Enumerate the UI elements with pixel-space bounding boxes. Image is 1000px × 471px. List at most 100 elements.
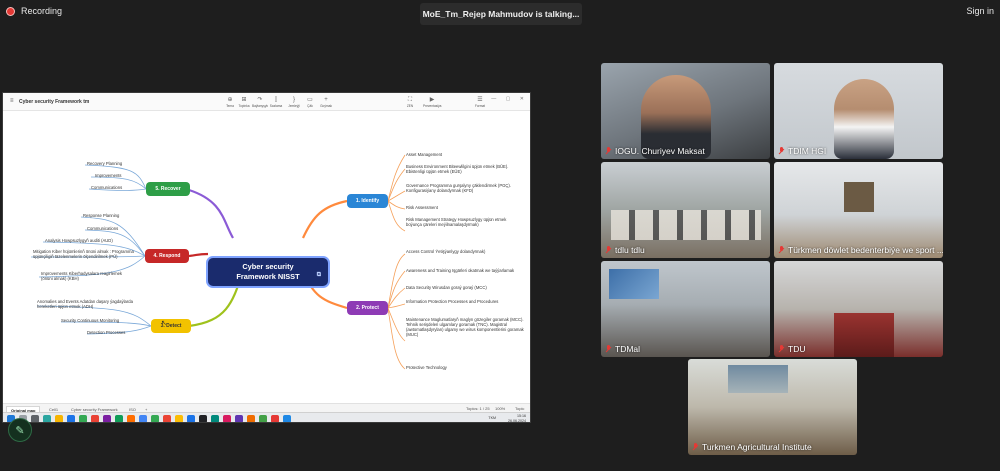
participant-label: TDMal [605, 344, 640, 354]
participant-tile[interactable]: TDIM HGI [774, 63, 943, 159]
app-icon[interactable] [187, 415, 195, 422]
toolbar-button-pitch[interactable]: ▶ Prezentasiýa [423, 96, 441, 108]
system-clock[interactable]: TKM 15:16 26.06.2024 [488, 414, 526, 423]
subtopic[interactable]: Anomalies and Events Adatdan daşary ýagd… [37, 299, 137, 309]
toolbar-label: ZEN [406, 104, 414, 108]
participant-video [844, 182, 874, 212]
subtopic[interactable]: Information Protection Processes and Pro… [406, 299, 501, 304]
app-icon[interactable] [283, 415, 291, 422]
subtopic[interactable]: Improvements Kiberhadysalara reagirlemek… [41, 271, 133, 281]
menu-icon[interactable]: ≡ [10, 98, 14, 104]
toolbar-label: Prezentasiýa [423, 104, 442, 108]
zoom-level[interactable]: 100% [495, 406, 505, 411]
toolbar-button-zen[interactable]: ⛶ ZEN [401, 96, 419, 108]
branch-identify[interactable]: 1. Identify [347, 194, 388, 208]
recording-label: Recording [21, 6, 63, 16]
subtopic[interactable]: Analysis Howpsuzlygyň auditi (AUD) [45, 238, 113, 243]
subtopic[interactable]: Risk Management Strategy Howpsuzlygy üpj… [406, 217, 511, 227]
subtopic[interactable]: Response Planning [83, 213, 119, 218]
app-icon[interactable] [139, 415, 147, 422]
branch-detect[interactable]: 3. Detect [151, 319, 191, 333]
mic-muted-icon [605, 246, 612, 254]
mic-muted-icon [778, 246, 785, 254]
subtopic[interactable]: Communications [87, 226, 118, 231]
mic-muted-icon [605, 345, 612, 353]
app-icon[interactable] [223, 415, 231, 422]
subtopic[interactable]: Mitigation Kiber hüjümlerinň önüni almak… [33, 249, 138, 259]
toolbar-button-bracket[interactable]: ⟦ Sazlama [267, 96, 285, 108]
app-icon[interactable] [67, 415, 75, 422]
active-speaker-banner: MoE_Tm_Rejep Mahmudov is talking... [420, 3, 582, 25]
participant-tile[interactable]: tdlu tdlu [601, 162, 770, 258]
task-view-icon[interactable] [31, 415, 39, 422]
subtopic[interactable]: Asset Management [406, 152, 442, 157]
central-topic-line2: Framework NISST [236, 272, 300, 281]
toolbar-label: Çäk [307, 104, 313, 108]
subtopic[interactable]: Data Security Wirusdan goraý goraý (MCC) [406, 285, 487, 290]
branch-respond[interactable]: 4. Respond [145, 249, 189, 263]
central-topic[interactable]: Cyber security Framework NISST ⧉ [206, 256, 330, 288]
subtopic[interactable]: Protective Technology [406, 365, 447, 370]
app-icon[interactable] [79, 415, 87, 422]
annotate-pencil-button[interactable]: ✎ [8, 418, 32, 442]
participant-video [834, 79, 894, 159]
insert-icon: + [324, 97, 328, 103]
participant-label: Turkmen Agricultural Institute [692, 442, 812, 452]
app-icon[interactable] [127, 415, 135, 422]
app-icon[interactable] [235, 415, 243, 422]
app-icon[interactable] [247, 415, 255, 422]
format-icon: ☰ [477, 97, 483, 103]
app-icon[interactable] [211, 415, 219, 422]
subtopic[interactable]: Security Continuous Monitoring [61, 318, 119, 323]
toolbar-button-format[interactable]: ☰ Format [471, 96, 489, 108]
subtopic[interactable]: Risk Assessment [406, 205, 438, 210]
participant-tile[interactable]: IOGU. Churiyev Maksat [601, 63, 770, 159]
window-controls[interactable]: — ▢ ✕ [491, 96, 528, 102]
participant-name: TDIM HGI [788, 146, 827, 156]
mindmap-canvas[interactable]: Cyber security Framework NISST ⧉ 5. Reco… [3, 111, 530, 403]
view-mode[interactable]: Topic [515, 406, 524, 411]
mic-muted-icon [692, 443, 699, 451]
mic-muted-icon [778, 345, 785, 353]
subtopic[interactable]: Recovery Planning [87, 161, 122, 166]
subtopic[interactable]: Business Environment Biteewlilgini üpjün… [406, 164, 511, 174]
recording-indicator[interactable]: Recording [6, 6, 62, 16]
subtopic[interactable]: Access Control Ýetişýanlygy dolandyrmak) [406, 249, 496, 254]
subtopic[interactable]: Detection Processes [87, 330, 125, 335]
app-icon[interactable] [259, 415, 267, 422]
app-icon[interactable] [55, 415, 63, 422]
participant-tile[interactable]: Turkmen Agricultural Institute [688, 359, 857, 455]
toolbar-label: Topinka [238, 104, 250, 108]
app-icon[interactable] [91, 415, 99, 422]
toolbar-button-insert[interactable]: + Goýmak [317, 96, 335, 108]
toolbar-label: Sazlama [269, 104, 283, 108]
app-titlebar: ≡ Cyber security Framework tm ⊕ Tema ⊞ Topi… [3, 93, 530, 111]
app-icon[interactable] [103, 415, 111, 422]
branch-recover[interactable]: 5. Recover [146, 182, 190, 196]
subtopic[interactable]: Awareness and Training Işgärleri okatmak… [406, 268, 530, 273]
app-icon[interactable] [175, 415, 183, 422]
app-icon[interactable] [271, 415, 279, 422]
app-icon[interactable] [199, 415, 207, 422]
subtopic[interactable]: Communications [91, 185, 122, 190]
subtopic[interactable]: Governance Programma gurşalyny çäklendir… [406, 183, 511, 193]
app-icon[interactable] [115, 415, 123, 422]
document-title: Cyber security Framework tm [19, 99, 90, 105]
participant-tile[interactable]: TDU [774, 261, 943, 357]
branch-protect[interactable]: 2. Protect [347, 301, 388, 315]
sign-in-link[interactable]: Sign in [966, 6, 994, 16]
participant-video [609, 269, 659, 299]
app-icon[interactable] [43, 415, 51, 422]
link-icon: ⧉ [316, 272, 321, 278]
participant-video [611, 210, 761, 240]
participant-tile[interactable]: TDMal [601, 261, 770, 357]
clock-date: 26.06.2024 [508, 418, 526, 423]
participant-label: TDU [778, 344, 805, 354]
subtopic[interactable]: Maintenance Maglumatlaryň maglyn gözegil… [406, 317, 530, 351]
topic-count: Topics: 1 / 25 [466, 406, 490, 411]
toolbar-label: Jemleýji [288, 104, 300, 108]
participant-tile[interactable]: Türkmen döwlet bedenterbiýe we sport ... [774, 162, 943, 258]
app-icon[interactable] [163, 415, 171, 422]
app-icon[interactable] [151, 415, 159, 422]
subtopic[interactable]: Improvements [95, 173, 122, 178]
